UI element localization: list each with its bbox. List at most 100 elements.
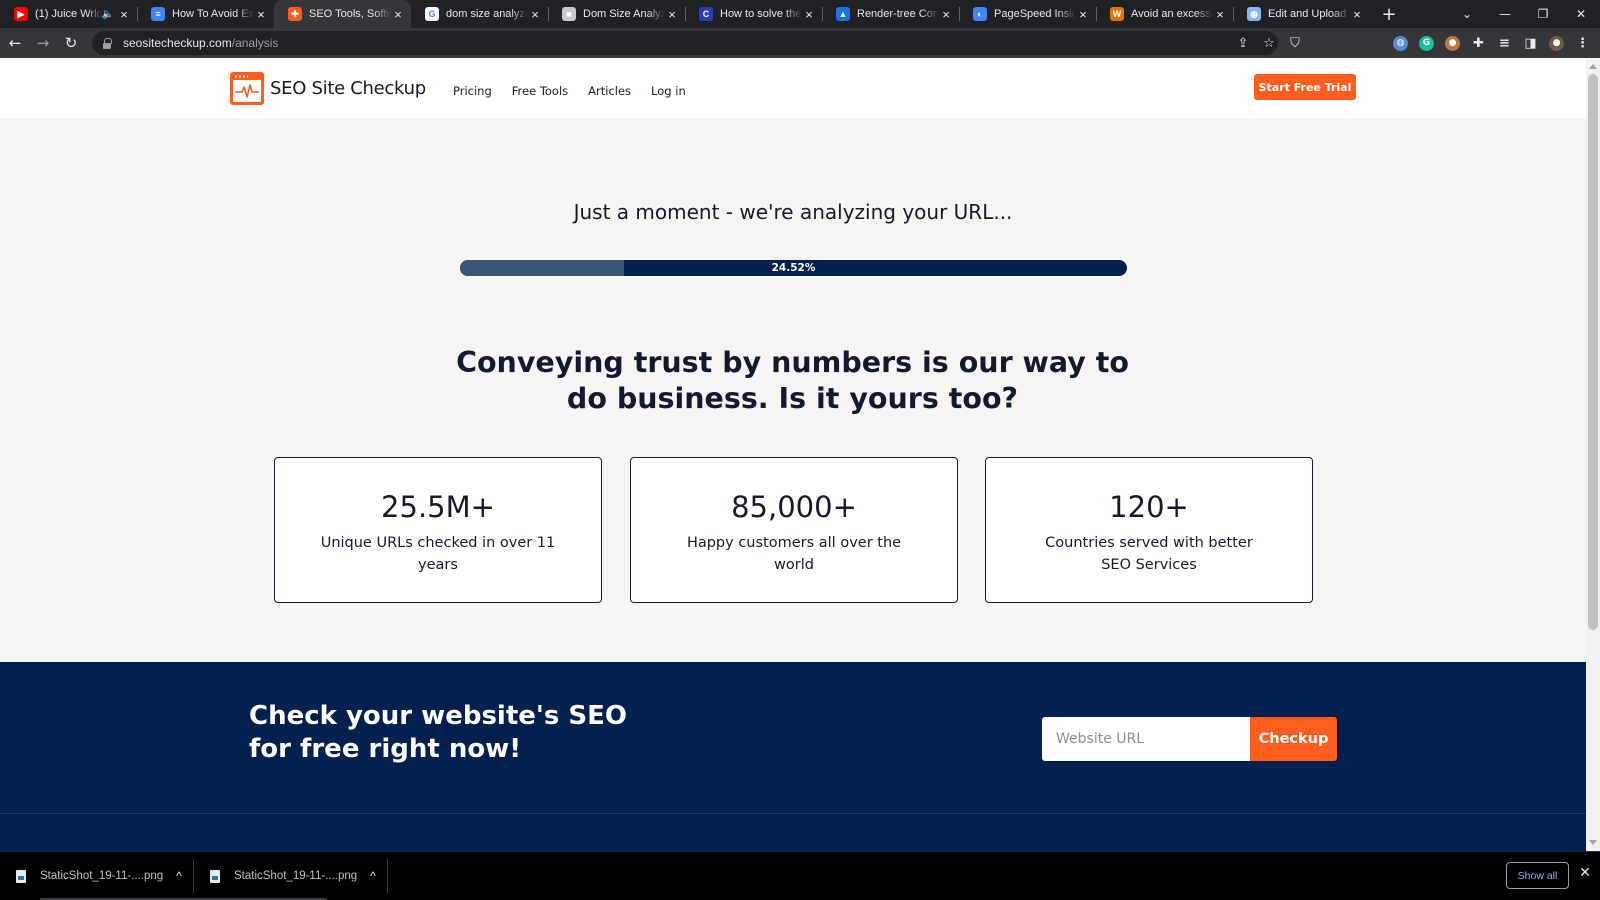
analyzing-message: Just a moment - we're analyzing your URL…: [573, 200, 1013, 224]
kebab-menu-icon[interactable]: ⋮: [1575, 36, 1590, 51]
chrome-ext-icon[interactable]: ◍: [1393, 35, 1408, 51]
pulse-monitor-icon: [230, 72, 264, 105]
tab-close-icon[interactable]: ×: [1350, 7, 1364, 22]
nav-pricing[interactable]: Pricing: [453, 84, 492, 98]
main-nav: Pricing Free Tools Articles Log in: [453, 84, 686, 98]
tab-close-icon[interactable]: ×: [1213, 7, 1227, 22]
website-url-input[interactable]: [1042, 717, 1250, 761]
browser-tab[interactable]: ■ Dom Size Analyzer×: [548, 0, 685, 28]
browser-tab-strip: ▶(1) Juice Wrld🔈×≡How To Avoid Exce×✚SEO…: [0, 0, 1600, 28]
browser-toolbar: ← → ↻ seositecheckup.com/analysis ⇪ ☆ ⛉ …: [0, 28, 1600, 58]
tab-close-icon[interactable]: ×: [117, 7, 131, 22]
tab-close-icon[interactable]: ×: [254, 7, 268, 22]
window-controls: ⌄ — ❐ ✕: [1448, 0, 1600, 28]
pagespeed-icon: ◐: [973, 7, 987, 21]
forward-button[interactable]: →: [30, 30, 56, 56]
cta-title: Check your website's SEO for free right …: [249, 701, 627, 764]
cookie-icon[interactable]: ●: [1445, 35, 1460, 51]
page-scrollbar[interactable]: [1586, 58, 1600, 851]
tab-close-icon[interactable]: ×: [391, 7, 405, 22]
progress-percent-label: 24.52%: [771, 262, 816, 274]
browser-tab[interactable]: ◍ Edit and Upload th ×: [1233, 0, 1370, 28]
seo-check-cta: Check your website's SEO for free right …: [0, 662, 1586, 851]
browser-tab[interactable]: ✚ SEO Tools, Softwar×: [274, 0, 411, 28]
browser-tab[interactable]: ▲ Render-tree Const ×: [822, 0, 959, 28]
download-item[interactable]: StaticShot_19-11-....png ^: [194, 852, 388, 900]
restore-button[interactable]: ❐: [1524, 0, 1562, 28]
close-download-shelf-icon[interactable]: ✕: [1576, 864, 1594, 886]
youtube-icon: ▶: [14, 7, 28, 21]
tab-close-icon[interactable]: ×: [939, 7, 953, 22]
download-options-caret-icon[interactable]: ^: [164, 869, 194, 883]
browser-tab-title: Render-tree Const: [857, 8, 939, 20]
browser-tab-title: PageSpeed Insight: [994, 8, 1076, 20]
browser-tab-title: Avoid an excessive: [1131, 8, 1213, 20]
browser-tab[interactable]: Gdom size analyzer ×: [411, 0, 548, 28]
browser-tab-title: How To Avoid Exce: [172, 8, 254, 20]
scroll-thumb[interactable]: [1588, 74, 1598, 630]
share-icon[interactable]: ⇪: [1236, 36, 1250, 51]
browser-tab-title: dom size analyzer: [446, 8, 528, 20]
puzzle-icon[interactable]: ✚: [1471, 36, 1486, 51]
tab-close-icon[interactable]: ×: [528, 7, 542, 22]
browser-tab-title: Dom Size Analyzer: [583, 8, 665, 20]
browser-tab[interactable]: ▶ (1) Juice Wrld 🔈 ×: [0, 0, 137, 28]
download-item[interactable]: StaticShot_19-11-....png ^: [0, 852, 194, 900]
nav-articles[interactable]: Articles: [588, 84, 631, 98]
omnibox-actions: ⇪ ☆ ⛉: [1236, 28, 1302, 58]
new-tab-button[interactable]: +: [1374, 0, 1404, 28]
bookmark-star-icon[interactable]: ☆: [1262, 36, 1276, 51]
back-button[interactable]: ←: [2, 30, 28, 56]
stat-card-countries: 120+ Countries served with better SEO Se…: [985, 457, 1313, 603]
side-panel-icon[interactable]: ◨: [1523, 36, 1538, 51]
show-all-downloads-button[interactable]: Show all: [1506, 862, 1569, 889]
speaker-icon[interactable]: 🔈: [102, 9, 114, 20]
google-icon: G: [425, 7, 439, 21]
site-logo[interactable]: SEO Site Checkup: [230, 72, 426, 105]
profile-avatar-icon[interactable]: ●: [1549, 35, 1564, 51]
scroll-up-arrow-icon[interactable]: [1589, 64, 1597, 69]
window-close-button[interactable]: ✕: [1562, 0, 1600, 28]
browser-tab[interactable]: ◐ PageSpeed Insight×: [959, 0, 1096, 28]
nav-free-tools[interactable]: Free Tools: [512, 84, 568, 98]
browser-tab-title: SEO Tools, Softwar: [309, 8, 391, 20]
c-letter-icon: C: [699, 7, 713, 21]
stat-value: 25.5M+: [381, 490, 495, 524]
minimize-button[interactable]: —: [1486, 0, 1524, 28]
nav-log-in[interactable]: Log in: [651, 84, 686, 98]
browser-tab-title: Edit and Upload th: [1268, 8, 1350, 20]
google-docs-icon: ≡: [151, 7, 165, 21]
browser-tab[interactable]: W Avoid an excessive×: [1096, 0, 1233, 28]
web-dev-icon: ▲: [836, 7, 850, 21]
brand-name: SEO Site Checkup: [270, 78, 426, 99]
download-options-caret-icon[interactable]: ^: [358, 869, 388, 883]
tab-list: ▶(1) Juice Wrld🔈×≡How To Avoid Exce×✚SEO…: [0, 0, 1370, 28]
globe-icon: ◍: [1247, 7, 1261, 21]
start-free-trial-button[interactable]: Start Free Trial: [1254, 74, 1356, 100]
image-file-icon: [210, 869, 220, 883]
browser-tab-title: (1) Juice Wrld: [35, 8, 102, 20]
lock-icon[interactable]: [102, 37, 112, 49]
reload-button[interactable]: ↻: [58, 30, 84, 56]
tab-close-icon[interactable]: ×: [1076, 7, 1090, 22]
web-page: SEO Site Checkup Pricing Free Tools Arti…: [0, 58, 1586, 851]
address-bar[interactable]: seositecheckup.com/analysis: [92, 31, 1278, 55]
url-path: /analysis: [231, 36, 279, 50]
browser-tab-title: How to solve the: [720, 8, 802, 20]
stat-description: Unique URLs checked in over 11 years: [320, 535, 556, 573]
browser-tab[interactable]: ≡ How To Avoid Exce×: [137, 0, 274, 28]
grammarly-icon[interactable]: G: [1419, 35, 1434, 51]
stat-description: Happy customers all over the world: [686, 535, 902, 573]
tab-close-icon[interactable]: ×: [665, 7, 679, 22]
download-filename: StaticShot_19-11-....png: [234, 870, 358, 882]
tab-search-button[interactable]: ⌄: [1448, 0, 1486, 28]
media-queue-icon[interactable]: ≡: [1497, 36, 1512, 51]
checkup-button[interactable]: Checkup: [1250, 717, 1337, 761]
scroll-down-arrow-icon[interactable]: [1589, 840, 1597, 845]
url-host: seositecheckup.com: [123, 36, 232, 50]
shield-extension-icon[interactable]: ⛉: [1288, 36, 1302, 51]
stat-card-customers: 85,000+ Happy customers all over the wor…: [630, 457, 958, 603]
tab-close-icon[interactable]: ×: [802, 7, 816, 22]
stat-value: 120+: [1109, 490, 1189, 524]
browser-tab[interactable]: C How to solve the ×: [685, 0, 822, 28]
